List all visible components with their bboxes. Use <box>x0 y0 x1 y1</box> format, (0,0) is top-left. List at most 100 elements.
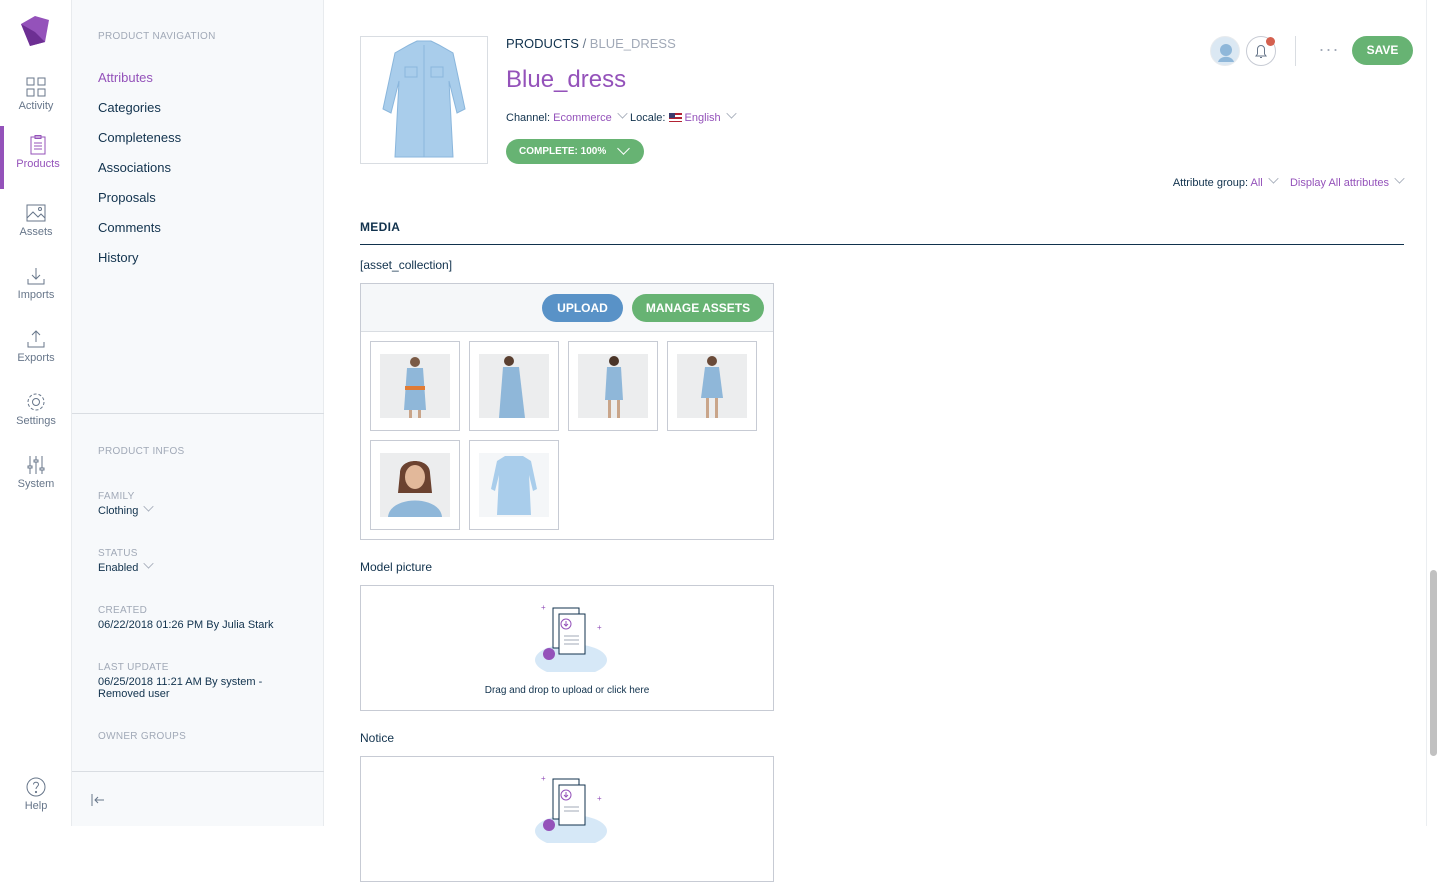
locale-switcher[interactable]: Locale: English <box>630 108 737 124</box>
family-select[interactable]: Clothing <box>98 501 154 517</box>
breadcrumb: PRODUCTS / BLUE_DRESS <box>506 36 676 51</box>
dress-image <box>382 40 466 158</box>
menu-label: Help <box>24 800 48 812</box>
asset-collection-label: [asset_collection] <box>360 258 453 272</box>
attribute-group-filter[interactable]: Attribute group: All <box>1172 173 1279 189</box>
last-update-value-line2: Removed user <box>98 688 170 700</box>
menu-item-exports[interactable]: Exports <box>0 320 72 383</box>
menu-item-system[interactable]: System <box>0 446 72 509</box>
section-divider <box>360 244 1404 245</box>
notification-dot <box>1266 37 1275 46</box>
completeness-badge[interactable]: COMPLETE: 100% <box>506 139 644 164</box>
menu-item-imports[interactable]: Imports <box>0 257 72 320</box>
nav-link-proposals[interactable]: Proposals <box>98 190 156 205</box>
attribute-filters: Attribute group: All Display All attribu… <box>1172 173 1405 189</box>
menu-label: Exports <box>17 352 55 364</box>
menu-label: Assets <box>19 226 53 238</box>
status-label: STATUS <box>98 548 138 559</box>
asset-thumbnail[interactable] <box>370 440 460 530</box>
manage-assets-button[interactable]: MANAGE ASSETS <box>632 294 764 322</box>
nav-link-attributes[interactable]: Attributes <box>98 70 153 85</box>
svg-text:+: + <box>541 774 546 783</box>
asset-toolbar: UPLOAD MANAGE ASSETS <box>361 284 773 332</box>
menu-item-activity[interactable]: Activity <box>0 68 72 131</box>
breadcrumb-products[interactable]: PRODUCTS <box>506 36 579 51</box>
owner-groups-label: OWNER GROUPS <box>98 731 187 742</box>
asset-image <box>701 356 723 418</box>
nav-link-categories[interactable]: Categories <box>98 100 161 115</box>
asset-thumbnail[interactable] <box>469 440 559 530</box>
menu-label: System <box>17 478 55 490</box>
chevron-down-icon <box>143 501 154 512</box>
sliders-icon <box>27 456 45 474</box>
scrollbar-thumb[interactable] <box>1430 570 1437 756</box>
nav-link-associations[interactable]: Associations <box>98 160 171 175</box>
image-icon <box>26 204 46 222</box>
chevron-down-icon <box>1394 173 1405 184</box>
nav-link-history[interactable]: History <box>98 250 138 265</box>
chevron-down-icon <box>1268 173 1279 184</box>
family-label: FAMILY <box>98 491 135 502</box>
svg-text:+: + <box>597 623 602 632</box>
product-infos-title: PRODUCT INFOS <box>98 446 185 457</box>
product-thumbnail[interactable] <box>360 36 488 164</box>
chevron-down-icon <box>617 142 630 155</box>
channel-switcher[interactable]: Channel: Ecommerce <box>506 108 628 124</box>
save-button[interactable]: SAVE <box>1352 36 1413 65</box>
nav-link-comments[interactable]: Comments <box>98 220 161 235</box>
menu-item-products[interactable]: Products <box>0 126 72 189</box>
attribute-group-label: Attribute group: <box>1172 177 1249 189</box>
completeness-label: COMPLETE: 100% <box>519 146 607 157</box>
menu-item-assets[interactable]: Assets <box>0 194 72 257</box>
upload-button[interactable]: UPLOAD <box>542 294 623 322</box>
section-title-media: MEDIA <box>360 220 401 234</box>
nav-link-completeness[interactable]: Completeness <box>98 130 181 145</box>
asset-thumbnail[interactable] <box>667 341 757 431</box>
import-icon <box>27 268 45 285</box>
chevron-down-icon <box>143 558 154 569</box>
asset-image <box>491 456 537 515</box>
main-content: PRODUCTS / BLUE_DRESS Blue_dress Channel… <box>324 0 1426 882</box>
attribute-group-value: All <box>1250 177 1263 189</box>
export-icon <box>27 330 45 348</box>
upload-illustration-icon: + + <box>535 603 607 672</box>
breadcrumb-separator: / <box>578 36 590 51</box>
menu-label: Products <box>16 158 60 170</box>
akeneo-logo[interactable] <box>18 14 52 48</box>
breadcrumb-current: BLUE_DRESS <box>589 36 676 51</box>
asset-thumbnail[interactable] <box>370 341 460 431</box>
main-menu: Activity Products Assets Imports Exports… <box>0 0 72 826</box>
status-select[interactable]: Enabled <box>98 558 154 574</box>
user-icon <box>1218 44 1234 62</box>
asset-collection-field: UPLOAD MANAGE ASSETS <box>360 283 774 540</box>
us-flag-icon <box>668 113 682 122</box>
chevron-down-icon <box>726 108 737 119</box>
menu-label: Settings <box>16 415 56 427</box>
page-title: Blue_dress <box>506 66 627 93</box>
more-actions-button[interactable]: ··· <box>1318 36 1340 66</box>
help-icon <box>26 777 46 797</box>
menu-item-help[interactable]: Help <box>0 768 72 831</box>
menu-item-settings[interactable]: Settings <box>0 383 72 446</box>
last-update-label: LAST UPDATE <box>98 662 169 673</box>
vertical-scrollbar[interactable] <box>1426 0 1440 826</box>
dropzone-text: Drag and drop to upload or click here <box>484 685 650 696</box>
notifications-button[interactable] <box>1246 36 1276 66</box>
divider <box>72 413 324 414</box>
menu-label: Imports <box>17 289 55 301</box>
dashboard-icon <box>26 77 46 97</box>
product-navigation-title: PRODUCT NAVIGATION <box>98 31 216 42</box>
asset-thumbnail[interactable] <box>568 341 658 431</box>
model-picture-dropzone[interactable]: + + Drag and drop to upload or click her… <box>360 585 774 711</box>
asset-thumbnail[interactable] <box>469 341 559 431</box>
collapse-panel-icon[interactable] <box>90 792 106 808</box>
avatar[interactable] <box>1210 36 1240 66</box>
channel-label: Channel: <box>506 112 551 124</box>
display-attributes-filter[interactable]: Display All attributes <box>1290 173 1405 189</box>
menu-label: Activity <box>18 100 54 112</box>
channel-value: Ecommerce <box>553 112 612 124</box>
notice-dropzone[interactable]: + + <box>360 756 774 882</box>
svg-text:+: + <box>541 603 546 612</box>
created-label: CREATED <box>98 605 148 616</box>
family-value: Clothing <box>98 505 139 517</box>
